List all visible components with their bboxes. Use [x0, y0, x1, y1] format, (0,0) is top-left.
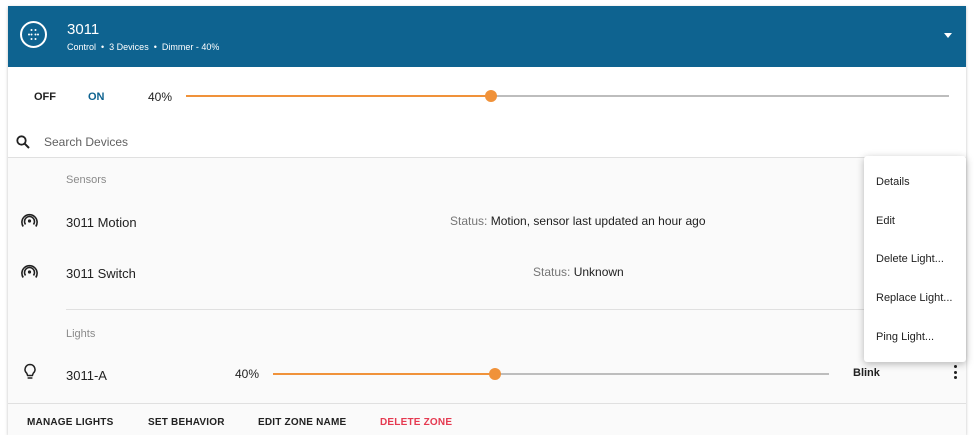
sensor-status: Status: Unknown — [533, 265, 624, 279]
light-dimmer-thumb[interactable] — [489, 368, 501, 380]
light-context-menu: Details Edit Delete Light... Replace Lig… — [864, 156, 966, 362]
separator-dot: • — [153, 42, 157, 52]
menu-item-delete-light[interactable]: Delete Light... — [876, 253, 944, 265]
edit-zone-name-button[interactable]: EDIT ZONE NAME — [258, 417, 346, 428]
search-input[interactable] — [44, 132, 444, 152]
light-dimmer-fill — [273, 373, 495, 375]
zone-header[interactable]: 3011 Control • 3 Devices • Dimmer - 40% — [8, 6, 966, 67]
zone-control-row: OFF ON 40% — [8, 67, 966, 126]
status-key: Status: — [450, 214, 488, 228]
menu-item-ping-light[interactable]: Ping Light... — [876, 331, 934, 343]
zone-type: Control — [67, 42, 97, 52]
sensor-status: Status: Motion, sensor last updated an h… — [450, 214, 706, 228]
chevron-down-icon[interactable] — [944, 33, 952, 38]
zone-actions: MANAGE LIGHTS SET BEHAVIOR EDIT ZONE NAM… — [8, 403, 966, 435]
sensor-signal-icon — [21, 264, 38, 278]
zone-level-value: 40% — [148, 90, 173, 104]
dimmer-status: Dimmer - 40% — [161, 42, 220, 52]
manage-lights-button[interactable]: MANAGE LIGHTS — [27, 417, 114, 428]
search-bar — [8, 126, 966, 158]
light-name: 3011-A — [66, 368, 107, 383]
set-behavior-button[interactable]: SET BEHAVIOR — [148, 417, 225, 428]
zone-dimmer-thumb[interactable] — [485, 90, 497, 102]
zone-dimmer-fill — [186, 95, 491, 97]
menu-item-details[interactable]: Details — [876, 176, 910, 188]
blink-button[interactable]: Blink — [853, 367, 880, 379]
status-value: Motion, sensor last updated an hour ago — [490, 214, 706, 228]
light-level-value: 40% — [235, 367, 260, 381]
search-icon — [16, 135, 30, 149]
grid-dots-icon — [20, 21, 47, 48]
sensor-signal-icon — [21, 213, 38, 227]
device-count: 3 Devices — [109, 42, 149, 52]
more-vert-icon[interactable] — [952, 364, 960, 380]
lightbulb-icon — [24, 363, 36, 379]
separator-dot: • — [101, 42, 105, 52]
menu-item-replace-light[interactable]: Replace Light... — [876, 292, 952, 304]
lights-section-label: Lights — [66, 328, 96, 340]
zone-title: 3011 — [67, 21, 100, 38]
menu-item-edit[interactable]: Edit — [876, 215, 895, 227]
zone-subtitle: Control • 3 Devices • Dimmer - 40% — [67, 42, 219, 52]
sensor-name: 3011 Switch — [66, 266, 136, 281]
zone-card: 3011 Control • 3 Devices • Dimmer - 40% OFF … — [8, 6, 966, 435]
status-value: Unknown — [573, 265, 624, 279]
section-divider — [66, 309, 966, 310]
sensors-section-label: Sensors — [66, 174, 107, 186]
off-button[interactable]: OFF — [34, 91, 56, 103]
on-button[interactable]: ON — [88, 91, 105, 103]
sensor-name: 3011 Motion — [66, 215, 137, 230]
status-key: Status: — [533, 265, 571, 279]
delete-zone-button[interactable]: DELETE ZONE — [380, 417, 452, 428]
